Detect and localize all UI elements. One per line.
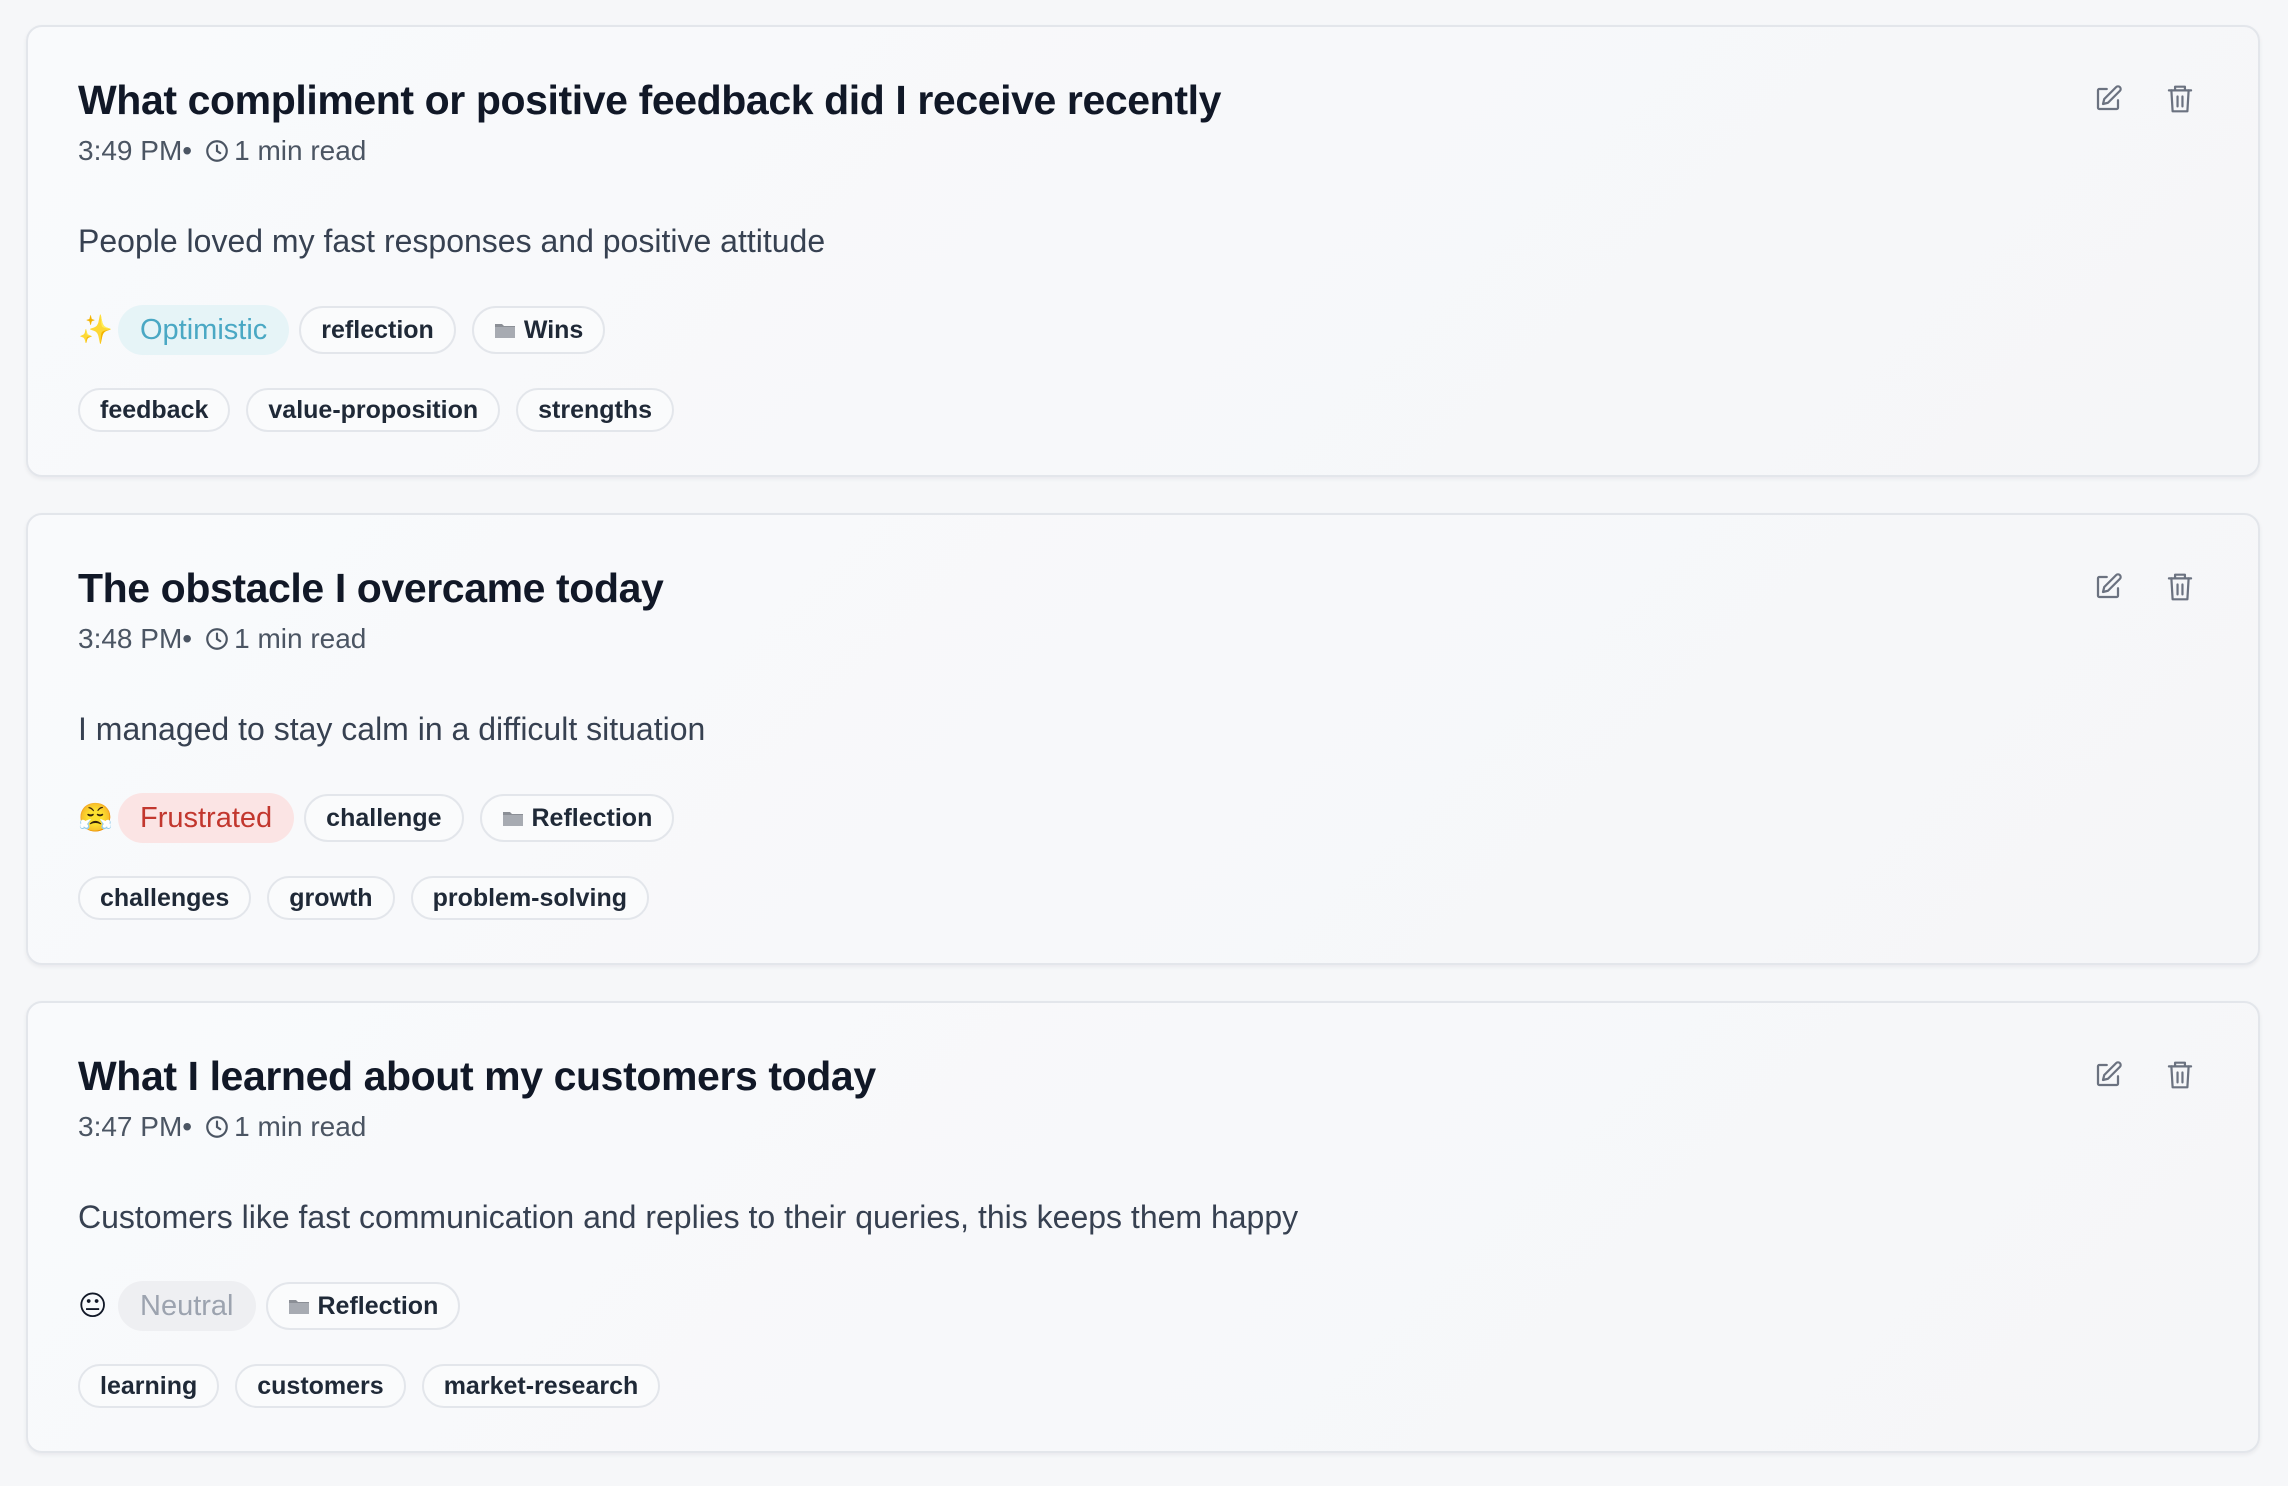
category-chip[interactable]: Wins — [471, 306, 606, 354]
folder-icon — [288, 1297, 310, 1315]
tag-chip[interactable]: growth — [267, 876, 395, 920]
entry-title[interactable]: What compliment or positive feedback did… — [78, 77, 1221, 124]
folder-icon — [494, 321, 516, 339]
entry-meta: 3:47 PM • 1 min read — [78, 1111, 366, 1143]
category-chip[interactable]: Reflection — [265, 1282, 461, 1330]
entry-read-time: 1 min read — [234, 623, 367, 654]
clock-icon — [204, 138, 230, 164]
journal-entry-card[interactable]: The obstacle I overcame today 3:48 PM • … — [26, 513, 2260, 965]
edit-icon — [2093, 1060, 2123, 1093]
tag-chip[interactable]: challenges — [78, 876, 252, 920]
mood-badge: Optimistic — [118, 305, 290, 355]
edit-button[interactable] — [2092, 571, 2124, 605]
meta-separator: • — [182, 1111, 193, 1142]
mood-emoji: ✨ — [78, 314, 113, 345]
entry-tags: feedback value-proposition strengths — [78, 388, 690, 432]
delete-button[interactable] — [2164, 571, 2196, 605]
entry-time: 3:48 PM — [78, 623, 183, 654]
mood-badge: Frustrated — [118, 793, 295, 843]
trash-icon — [2165, 571, 2195, 606]
tag-chip[interactable]: problem-solving — [410, 876, 650, 920]
category-label: Reflection — [531, 803, 653, 832]
entry-read-time: 1 min read — [234, 135, 367, 166]
clock-icon — [204, 1114, 230, 1140]
trash-icon — [2165, 1059, 2195, 1094]
mood-emoji: 😤 — [78, 802, 113, 833]
entry-read-time: 1 min read — [234, 1111, 367, 1142]
edit-button[interactable] — [2092, 83, 2124, 117]
mood-emoji: 😐 — [78, 1290, 108, 1321]
journal-entry-list: What compliment or positive feedback did… — [0, 0, 2288, 1486]
trash-icon — [2165, 83, 2195, 118]
meta-separator: • — [182, 135, 193, 166]
entry-meta: 3:49 PM • 1 min read — [78, 135, 366, 167]
entry-body: Customers like fast communication and re… — [78, 1199, 1299, 1235]
tag-chip[interactable]: customers — [235, 1364, 406, 1408]
entry-actions — [2092, 83, 2196, 117]
clock-icon — [204, 626, 230, 652]
meta-separator: • — [182, 623, 193, 654]
entry-tags: challenges growth problem-solving — [78, 876, 665, 920]
delete-button[interactable] — [2164, 1059, 2196, 1093]
entry-badges: ✨ Optimistic reflection Wins — [78, 305, 621, 355]
edit-icon — [2093, 84, 2123, 117]
entry-actions — [2092, 1059, 2196, 1093]
tag-chip[interactable]: feedback — [78, 388, 231, 432]
tag-chip[interactable]: market-research — [421, 1364, 661, 1408]
category-chip[interactable]: Reflection — [479, 794, 675, 842]
folder-icon — [502, 809, 524, 827]
entry-badges: 😐 Neutral Reflection — [78, 1281, 476, 1331]
edit-icon — [2093, 572, 2123, 605]
entry-body: People loved my fast responses and posit… — [78, 223, 826, 259]
mood-badge: Neutral — [118, 1281, 256, 1331]
entry-time: 3:47 PM — [78, 1111, 183, 1142]
tag-chip[interactable]: strengths — [516, 388, 675, 432]
entry-type-chip[interactable]: challenge — [304, 794, 464, 842]
entry-badges: 😤 Frustrated challenge Reflection — [78, 793, 690, 843]
category-label: Reflection — [317, 1291, 439, 1320]
edit-button[interactable] — [2092, 1059, 2124, 1093]
entry-type-chip[interactable]: reflection — [299, 306, 456, 354]
journal-entry-card[interactable]: What compliment or positive feedback did… — [26, 25, 2260, 477]
entry-actions — [2092, 571, 2196, 605]
entry-time: 3:49 PM — [78, 135, 183, 166]
entry-tags: learning customers market-research — [78, 1364, 676, 1408]
entry-title[interactable]: The obstacle I overcame today — [78, 565, 664, 612]
category-label: Wins — [523, 315, 584, 344]
tag-chip[interactable]: value-proposition — [246, 388, 501, 432]
tag-chip[interactable]: learning — [78, 1364, 220, 1408]
journal-entry-card[interactable]: What I learned about my customers today … — [26, 1001, 2260, 1453]
entry-body: I managed to stay calm in a difficult si… — [78, 711, 706, 747]
entry-title[interactable]: What I learned about my customers today — [78, 1053, 876, 1100]
entry-meta: 3:48 PM • 1 min read — [78, 623, 366, 655]
delete-button[interactable] — [2164, 83, 2196, 117]
